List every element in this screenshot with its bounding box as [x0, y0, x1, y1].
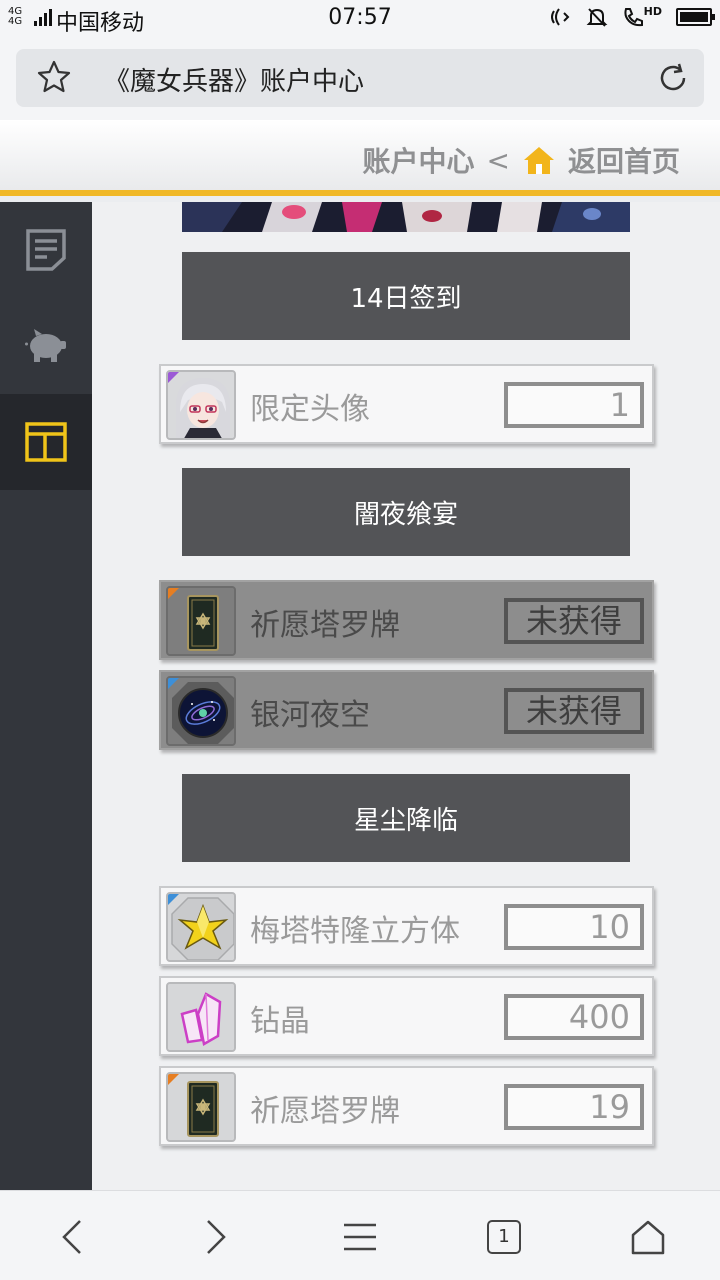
reward-name: 银河夜空 — [250, 698, 370, 733]
browser-bottom-nav: 1 — [0, 1190, 720, 1280]
section-14-day-checkin[interactable]: 14日签到 — [182, 252, 630, 340]
sidebar — [0, 202, 92, 1190]
mute-bell-icon — [586, 8, 608, 27]
menu-button[interactable] — [336, 1213, 384, 1261]
reward-quantity: 400 — [504, 994, 644, 1040]
reward-name: 限定头像 — [250, 392, 370, 427]
rarity-corner — [168, 678, 179, 689]
battery-icon — [676, 8, 715, 26]
back-button[interactable] — [48, 1213, 96, 1261]
breadcrumb-separator: < — [486, 143, 510, 177]
reward-row-crystal: 钻晶 400 — [159, 976, 654, 1056]
section-stardust-descent[interactable]: 星尘降临 — [182, 774, 630, 862]
rarity-corner — [168, 1074, 179, 1085]
home-icon[interactable] — [522, 144, 556, 176]
avatar-icon — [166, 370, 236, 440]
reward-quantity: 10 — [504, 904, 644, 950]
hamburger-menu-icon — [344, 1223, 376, 1251]
rarity-corner — [168, 588, 179, 599]
status-bar: 4G 4G 中国移动 07:57 HD — [0, 0, 720, 38]
chevron-right-icon — [207, 1220, 226, 1254]
reward-row-metatron-cube: 梅塔特隆立方体 10 — [159, 886, 654, 966]
nfc-icon — [550, 8, 570, 26]
reward-row-avatar: 限定头像 1 — [159, 364, 654, 444]
rarity-corner — [168, 372, 179, 383]
layout-icon — [25, 422, 67, 462]
piggy-bank-icon — [25, 329, 66, 362]
house-icon — [631, 1220, 665, 1255]
tab-count-badge: 1 — [487, 1220, 521, 1254]
forward-button[interactable] — [192, 1213, 240, 1261]
reward-name: 梅塔特隆立方体 — [250, 914, 460, 949]
breadcrumb: 账户中心 < 返回首页 — [363, 140, 681, 180]
metatron-cube-icon — [166, 892, 236, 962]
reward-row-galaxy-locked: 银河夜空 未获得 — [159, 670, 654, 750]
rarity-corner — [168, 894, 179, 905]
reload-icon[interactable] — [656, 61, 690, 95]
crystal-icon — [166, 982, 236, 1052]
browser-toolbar: 《魔女兵器》账户中心 — [0, 38, 720, 120]
reward-status: 未获得 — [504, 598, 644, 644]
site-header: 账户中心 < 返回首页 — [0, 120, 720, 196]
tarot-card-icon — [166, 586, 236, 656]
breadcrumb-current: 账户中心 — [362, 145, 475, 178]
chevron-left-icon — [62, 1220, 81, 1254]
sidebar-item-layout[interactable] — [0, 394, 92, 490]
sidebar-item-piggy[interactable] — [0, 298, 92, 394]
home-link[interactable]: 返回首页 — [568, 140, 680, 180]
reward-row-tarot: 祈愿塔罗牌 19 — [159, 1066, 654, 1146]
reward-status: 未获得 — [504, 688, 644, 734]
tarot-card-icon — [166, 1072, 236, 1142]
reward-quantity: 1 — [504, 382, 644, 428]
address-bar[interactable]: 《魔女兵器》账户中心 — [16, 49, 704, 107]
hd-badge: HD — [643, 4, 662, 18]
phone-icon — [624, 8, 643, 27]
home-button[interactable] — [624, 1213, 672, 1261]
galaxy-frame-icon — [166, 676, 236, 746]
section-dark-night-feast[interactable]: 闇夜飨宴 — [182, 468, 630, 556]
bookmark-star-icon[interactable] — [36, 59, 72, 95]
document-icon — [26, 229, 66, 271]
reward-name: 祈愿塔罗牌 — [250, 608, 400, 643]
reward-name: 祈愿塔罗牌 — [250, 1094, 400, 1129]
reward-row-tarot-locked: 祈愿塔罗牌 未获得 — [159, 580, 654, 660]
sidebar-item-document[interactable] — [0, 202, 92, 298]
tabs-button[interactable]: 1 — [480, 1213, 528, 1261]
page-title: 《魔女兵器》账户中心 — [104, 67, 365, 97]
main-content: 14日签到 限定头像 1 闇夜飨宴 祈愿塔罗牌 未获得 银河夜空 未获得 星尘降… — [92, 202, 720, 1190]
reward-name: 钻晶 — [250, 1004, 310, 1039]
reward-quantity: 19 — [504, 1084, 644, 1130]
banner-image — [182, 202, 630, 232]
